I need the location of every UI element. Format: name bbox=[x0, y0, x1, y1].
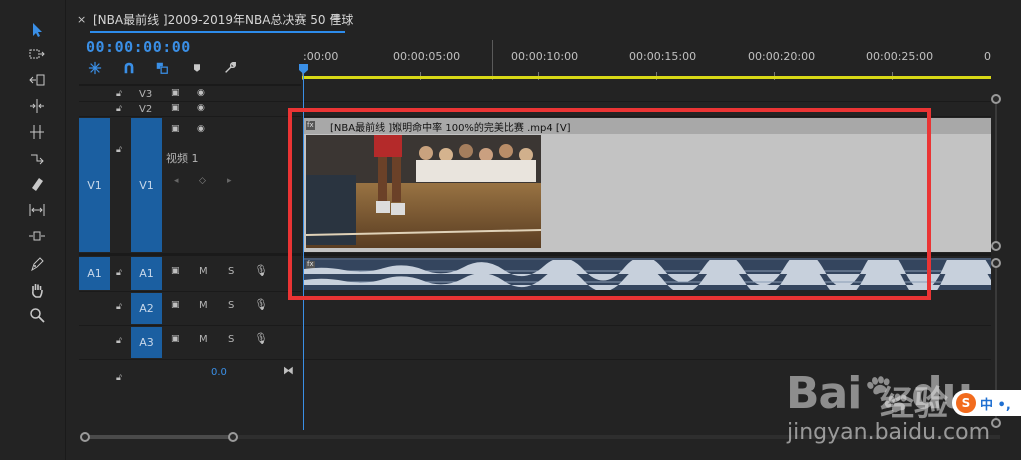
selection-tool-icon[interactable] bbox=[26, 20, 48, 40]
ruler-label: :00:00 bbox=[303, 50, 339, 63]
sogou-icon: S bbox=[956, 393, 976, 413]
ruler-label: 00:00:20:00 bbox=[748, 50, 816, 63]
track-target-v1[interactable]: V1 bbox=[131, 118, 162, 252]
scroll-handle-top[interactable] bbox=[991, 94, 1001, 104]
rolling-edit-icon[interactable] bbox=[26, 96, 48, 116]
tab-active-indicator bbox=[90, 31, 345, 33]
nest-icon[interactable] bbox=[87, 60, 103, 76]
jingyan-watermark: 经验 bbox=[880, 384, 948, 424]
mute-button[interactable]: M bbox=[199, 300, 208, 311]
track-select-forward-icon[interactable] bbox=[26, 44, 48, 64]
toggle-sync-icon[interactable]: ▣ bbox=[171, 124, 180, 134]
hscroll-handle-right[interactable] bbox=[228, 432, 238, 442]
track-name-v3: V3 bbox=[139, 89, 153, 100]
zoom-icon[interactable] bbox=[26, 305, 48, 325]
track-separator bbox=[79, 325, 301, 326]
ruler-tick bbox=[492, 40, 493, 80]
tools-panel bbox=[0, 0, 66, 460]
track-separator bbox=[302, 101, 991, 102]
track-separator bbox=[302, 359, 991, 360]
microphone-icon[interactable]: 🎙︎ bbox=[254, 298, 268, 311]
ruler-label: 00:00:10:00 bbox=[511, 50, 579, 63]
track-name-v2: V2 bbox=[139, 104, 153, 115]
playhead-timecode[interactable]: 00:00:00:00 bbox=[86, 38, 191, 56]
microphone-icon[interactable]: 🎙︎ bbox=[254, 264, 268, 277]
track-separator bbox=[79, 116, 301, 117]
toggle-sync-icon[interactable]: ▣ bbox=[171, 300, 180, 310]
ruler-label: 00:00:25:00 bbox=[866, 50, 934, 63]
next-keyframe-icon[interactable]: ▸ bbox=[227, 176, 232, 186]
toggle-sync-icon[interactable]: ▣ bbox=[171, 266, 180, 276]
eye-icon[interactable]: ◉ bbox=[197, 103, 205, 113]
solo-button[interactable]: S bbox=[228, 300, 234, 311]
ruler-label: 00:00:15:00 bbox=[629, 50, 697, 63]
work-area-bar[interactable] bbox=[302, 76, 991, 79]
watermark-url: jingyan.baidu.com bbox=[787, 420, 991, 445]
add-marker-icon[interactable] bbox=[189, 60, 205, 76]
eye-icon[interactable]: ◉ bbox=[197, 124, 205, 134]
ripple-edit-icon[interactable] bbox=[26, 70, 48, 90]
hscroll-handle-left[interactable] bbox=[80, 432, 90, 442]
highlight-box bbox=[288, 108, 931, 300]
ime-badge: S 中 •, bbox=[952, 390, 1021, 416]
vertical-scroll-track[interactable] bbox=[995, 104, 997, 242]
lock-icon[interactable]: 🔓︎ bbox=[116, 268, 122, 278]
lock-icon[interactable]: 🔓︎ bbox=[116, 336, 122, 346]
prev-keyframe-icon[interactable]: ◂ bbox=[174, 176, 179, 186]
track-separator bbox=[79, 101, 301, 102]
lock-icon[interactable]: 🔓︎ bbox=[116, 373, 122, 383]
timeline-settings-wrench-icon[interactable] bbox=[222, 60, 238, 76]
slip-icon[interactable] bbox=[26, 174, 48, 194]
source-patch-a1[interactable]: A1 bbox=[79, 257, 110, 290]
solo-button[interactable]: S bbox=[228, 334, 234, 345]
track-target-a2[interactable]: A2 bbox=[131, 293, 162, 324]
keyframe-icon[interactable]: ◇ bbox=[199, 176, 206, 186]
lock-icon[interactable]: 🔓︎ bbox=[116, 302, 122, 312]
toggle-sync-icon[interactable]: ▣ bbox=[171, 334, 180, 344]
baidu-brand: Bai bbox=[786, 368, 862, 419]
track-label-video1: 视频 1 bbox=[166, 152, 199, 165]
pen-icon[interactable] bbox=[26, 254, 48, 274]
time-ruler[interactable]: :00:00 00:00:05:00 00:00:10:00 00:00:15:… bbox=[302, 40, 992, 80]
slide-icon[interactable] bbox=[26, 200, 48, 220]
hand-icon[interactable] bbox=[26, 280, 48, 300]
lock-icon[interactable]: 🔓︎ bbox=[116, 145, 122, 155]
track-separator bbox=[302, 325, 991, 326]
video-audio-divider bbox=[79, 253, 301, 256]
mute-button[interactable]: M bbox=[199, 334, 208, 345]
microphone-icon[interactable]: 🎙︎ bbox=[254, 332, 268, 345]
toggle-sync-icon[interactable]: ▣ bbox=[171, 103, 180, 113]
header-divider bbox=[79, 84, 301, 86]
slide-tool-icon[interactable] bbox=[26, 226, 48, 246]
mute-button[interactable]: M bbox=[199, 266, 208, 277]
tab-menu-icon[interactable]: ≡ bbox=[330, 10, 341, 25]
eye-icon[interactable]: ◉ bbox=[197, 88, 205, 98]
ruler-label: 0 bbox=[984, 50, 991, 63]
solo-button[interactable]: S bbox=[228, 266, 234, 277]
track-target-a3[interactable]: A3 bbox=[131, 327, 162, 358]
razor-icon[interactable] bbox=[26, 148, 48, 168]
snap-icon[interactable] bbox=[121, 60, 137, 76]
horizontal-scroll-thumb[interactable] bbox=[84, 435, 234, 439]
ime-label: 中 •, bbox=[980, 397, 1011, 413]
source-patch-v1[interactable]: V1 bbox=[79, 118, 110, 252]
lock-icon[interactable]: 🔓︎ bbox=[116, 89, 122, 99]
audio-scroll-handle-bottom[interactable] bbox=[991, 418, 1001, 428]
rate-stretch-icon[interactable] bbox=[26, 122, 48, 142]
sequence-tab[interactable]: [NBA最前线 ]2009-2019年NBA总决赛 50 佳球 bbox=[93, 11, 353, 28]
tab-close-icon[interactable]: × bbox=[77, 13, 86, 26]
track-separator bbox=[79, 291, 301, 292]
master-volume-value[interactable]: 0.0 bbox=[211, 367, 227, 378]
master-goto-icon[interactable]: ⧓ bbox=[283, 364, 294, 377]
linked-selection-icon[interactable] bbox=[154, 60, 170, 76]
audio-scroll-handle-top[interactable] bbox=[991, 258, 1001, 268]
track-target-a1[interactable]: A1 bbox=[131, 257, 162, 290]
lock-icon[interactable]: 🔓︎ bbox=[116, 104, 122, 114]
toggle-sync-icon[interactable]: ▣ bbox=[171, 88, 180, 98]
scroll-handle-bottom[interactable] bbox=[991, 241, 1001, 251]
ruler-label: 00:00:05:00 bbox=[393, 50, 461, 63]
track-separator bbox=[79, 359, 301, 360]
